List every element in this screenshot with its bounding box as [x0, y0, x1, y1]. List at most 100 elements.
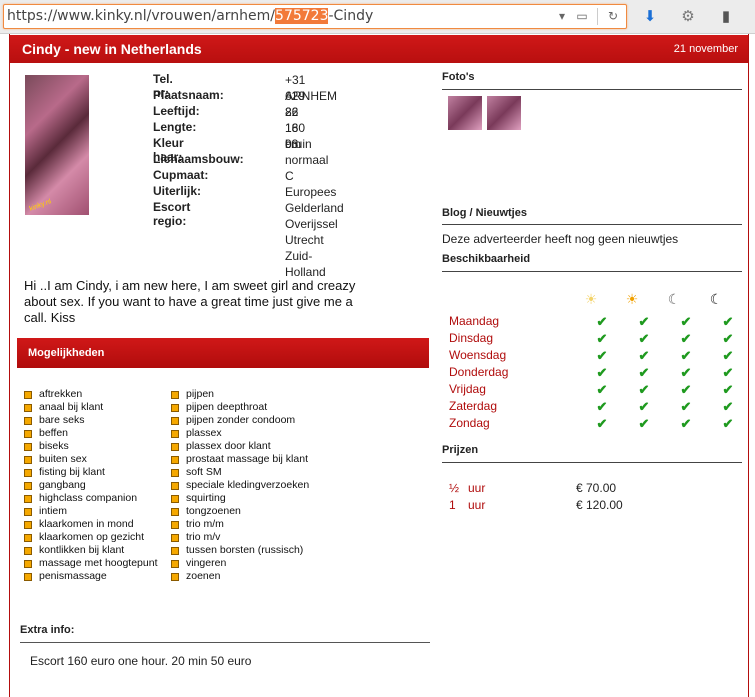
bullet-icon — [171, 391, 179, 399]
option-item: tongzoenen — [171, 505, 309, 518]
check-icon: ✔ — [722, 331, 734, 346]
url-prefix: https://www.kinky.nl/vrouwen/arnhem/ — [7, 8, 276, 24]
option-label: plassex — [186, 427, 222, 439]
price-value: € 70.00 — [576, 481, 617, 495]
field-label: Escort regio: — [153, 200, 191, 228]
option-label: buiten sex — [39, 453, 87, 465]
bullet-icon — [24, 430, 32, 438]
bullet-icon — [171, 404, 179, 412]
option-item: penismassage — [24, 570, 158, 583]
check-icon: ✔ — [596, 382, 608, 397]
option-label: massage met hoogtepunt — [39, 557, 158, 569]
bullet-icon — [171, 573, 179, 581]
option-item: zoenen — [171, 570, 309, 583]
check-icon: ✔ — [722, 382, 734, 397]
option-item: highclass companion — [24, 492, 158, 505]
option-label: tongzoenen — [186, 505, 241, 517]
bullet-icon — [24, 534, 32, 542]
clipboard-icon[interactable]: ▮ — [716, 7, 736, 27]
option-label: soft SM — [186, 466, 222, 478]
check-icon: ✔ — [638, 365, 650, 380]
prices-title: Prijzen — [442, 444, 479, 456]
dropdown-arrow-icon[interactable]: ▾ — [553, 8, 571, 25]
reader-view-icon[interactable]: ▭ — [573, 8, 591, 25]
bullet-icon — [24, 573, 32, 581]
check-icon: ✔ — [596, 416, 608, 431]
bullet-icon — [24, 560, 32, 568]
browser-toolbar: https://www.kinky.nl/vrouwen/arnhem/5757… — [0, 0, 755, 34]
day-label: Dinsdag — [449, 331, 494, 345]
check-icon: ✔ — [680, 331, 692, 346]
bullet-icon — [171, 469, 179, 477]
photo-thumbnail[interactable] — [487, 96, 521, 130]
url-highlight: 575723 — [275, 8, 329, 24]
option-label: prostaat massage bij klant — [186, 453, 308, 465]
sun-icon: ☀ — [625, 291, 639, 307]
divider — [20, 642, 430, 643]
divider — [442, 89, 742, 90]
option-item: prostaat massage bij klant — [171, 453, 309, 466]
bullet-icon — [24, 469, 32, 477]
price-amount: ½ — [449, 481, 460, 495]
option-item: klaarkomen in mond — [24, 518, 158, 531]
field-value: ARNHEM — [285, 88, 337, 104]
bullet-icon — [24, 547, 32, 555]
field-label: Uiterlijk: — [153, 184, 202, 198]
bullet-icon — [24, 391, 32, 399]
bullet-icon — [171, 547, 179, 555]
field-value-line: bruin — [285, 137, 312, 151]
divider — [442, 462, 742, 463]
option-item: anaal bij klant — [24, 401, 158, 414]
bullet-icon — [171, 495, 179, 503]
option-label: anaal bij klant — [39, 401, 104, 413]
moon-dark-icon: ☾ — [709, 291, 723, 307]
download-icon[interactable]: ⬇ — [640, 7, 660, 27]
field-value: bruin — [285, 136, 312, 152]
photo-thumbnail[interactable] — [448, 96, 482, 130]
page-title: Cindy - new in Netherlands — [22, 41, 202, 57]
option-item: squirting — [171, 492, 309, 505]
check-icon: ✔ — [596, 348, 608, 363]
divider — [442, 271, 742, 272]
option-item: intiem — [24, 505, 158, 518]
field-value: C — [285, 168, 294, 184]
field-label: Leeftijd: — [153, 104, 200, 118]
check-icon: ✔ — [638, 348, 650, 363]
availability-title: Beschikbaarheid — [442, 253, 531, 265]
check-icon: ✔ — [638, 382, 650, 397]
option-label: kontlikken bij klant — [39, 544, 125, 556]
bullet-icon — [171, 456, 179, 464]
option-item: klaarkomen op gezicht — [24, 531, 158, 544]
check-icon: ✔ — [722, 416, 734, 431]
profile-header: Cindy - new in Netherlands 21 november — [10, 35, 748, 63]
bullet-icon — [24, 417, 32, 425]
option-item: beffen — [24, 427, 158, 440]
options-list-2: pijpen pijpen deepthroat pijpen zonder con… — [171, 388, 309, 583]
price-value: € 120.00 — [576, 498, 623, 512]
option-label: highclass companion — [39, 492, 138, 504]
option-label: pijpen zonder condoom — [186, 414, 296, 426]
option-item: trio m/v — [171, 531, 309, 544]
bullet-icon — [171, 417, 179, 425]
field-label: Plaatsnaam: — [153, 88, 224, 102]
option-item: soft SM — [171, 466, 309, 479]
extension-icon[interactable]: ⚙ — [678, 7, 698, 27]
profile-photo[interactable]: kinky.nl — [25, 75, 89, 215]
extra-info-title: Extra info: — [20, 624, 75, 636]
bullet-icon — [171, 521, 179, 529]
price-amount: 1 — [449, 498, 456, 512]
option-item: massage met hoogtepunt — [24, 557, 158, 570]
option-item: buiten sex — [24, 453, 158, 466]
day-label: Vrijdag — [449, 382, 486, 396]
field-value: normaal — [285, 152, 328, 168]
bullet-icon — [171, 508, 179, 516]
check-icon: ✔ — [596, 314, 608, 329]
reload-icon[interactable]: ↻ — [604, 8, 622, 25]
option-item: biseks — [24, 440, 158, 453]
option-label: beffen — [39, 427, 69, 439]
field-value-line: Europees — [285, 185, 337, 199]
url-suffix: -Cindy — [328, 8, 374, 24]
address-bar[interactable]: https://www.kinky.nl/vrouwen/arnhem/5757… — [3, 4, 627, 29]
check-icon: ✔ — [680, 416, 692, 431]
option-label: squirting — [186, 492, 226, 504]
